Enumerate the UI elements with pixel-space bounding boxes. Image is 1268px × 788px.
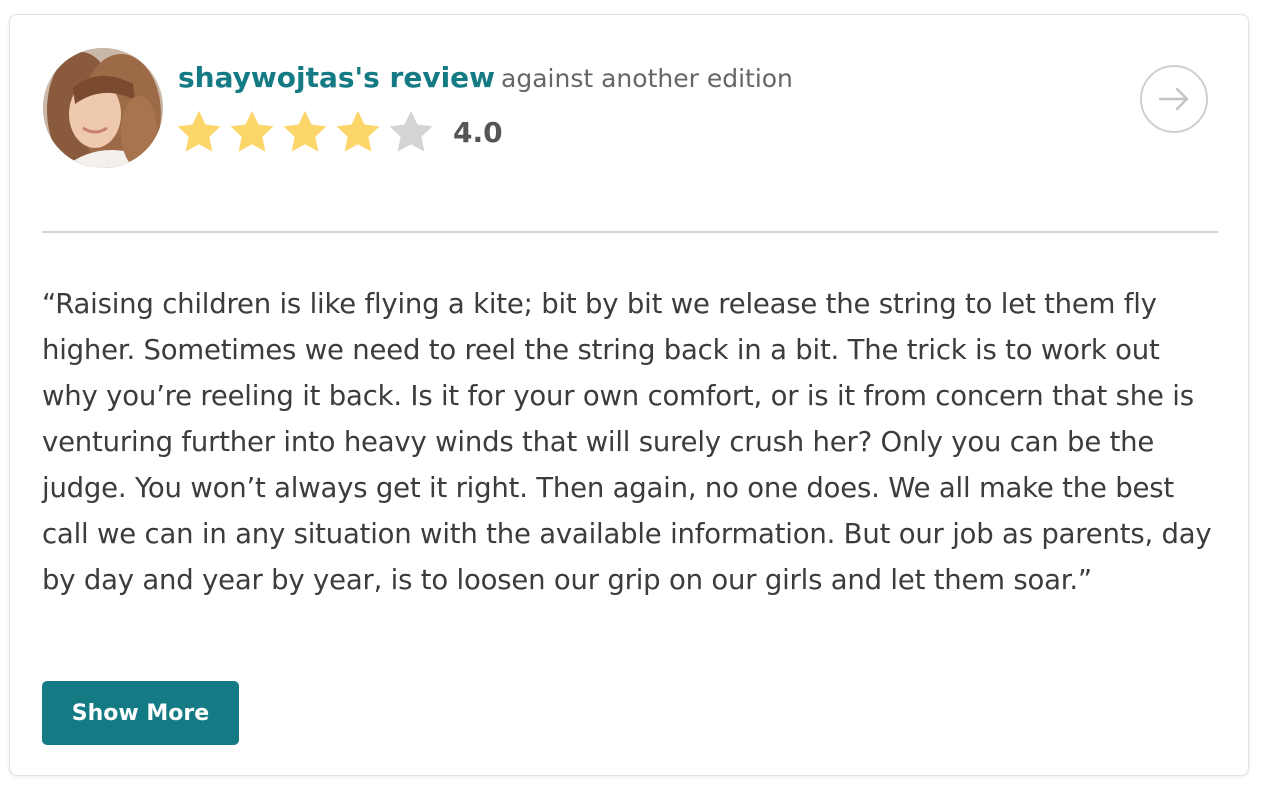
edition-note: against another edition — [501, 64, 793, 93]
star-icon — [333, 107, 383, 157]
show-more-button[interactable]: Show More — [42, 681, 239, 745]
review-header: shaywojtas's review against another editi… — [178, 61, 793, 94]
star-rating: 4.0 — [174, 107, 503, 157]
avatar-image — [43, 48, 163, 168]
next-review-button[interactable] — [1140, 65, 1208, 133]
avatar[interactable] — [43, 48, 163, 168]
reviewer-name-link[interactable]: shaywojtas's review — [178, 61, 495, 94]
star-empty-icon — [386, 107, 436, 157]
star-icon — [280, 107, 330, 157]
review-card: shaywojtas's review against another editi… — [9, 14, 1249, 776]
divider — [42, 231, 1218, 233]
star-icon — [227, 107, 277, 157]
review-quote: “Raising children is like flying a kite;… — [42, 288, 1212, 596]
star-icon — [174, 107, 224, 157]
rating-value: 4.0 — [453, 115, 503, 149]
arrow-right-icon — [1158, 87, 1189, 111]
